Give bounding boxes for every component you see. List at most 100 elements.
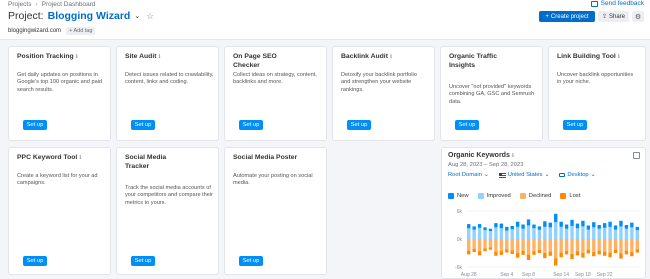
card-title: PPC Keyword Tool ℹ [17, 154, 82, 161]
info-icon[interactable]: ℹ [76, 54, 78, 60]
chevron-down-icon[interactable]: ⌄ [134, 12, 140, 20]
breadcrumb: Projects › Project Dashboard [8, 1, 96, 8]
bar-new [494, 223, 498, 228]
bar-declined [586, 239, 591, 250]
external-link-icon[interactable] [633, 152, 640, 159]
bar-improved [570, 225, 574, 239]
setup-button[interactable]: Set up [23, 256, 47, 266]
legend-lost[interactable]: Lost [560, 193, 580, 199]
bar-new [624, 225, 629, 229]
bar-new [483, 227, 487, 231]
setup-button[interactable]: Set up [563, 120, 587, 130]
legend-improved[interactable]: Improved [477, 193, 511, 199]
bar-improved [472, 229, 476, 239]
device-dropdown[interactable]: Desktop ⌄ [559, 172, 596, 178]
card-description: Detoxify your backlink portfolio and str… [341, 72, 417, 93]
us-flag-icon [498, 172, 506, 178]
bar-new [575, 223, 580, 229]
project-name-dropdown[interactable]: Blogging Wizard [48, 10, 131, 22]
setup-button[interactable]: Set up [347, 120, 371, 130]
desktop-icon [559, 173, 566, 177]
bar-declined [554, 239, 558, 259]
card-description: Uncover "not provided" keywords combinin… [449, 84, 535, 105]
bar-new [613, 225, 618, 230]
legend-new[interactable]: New [448, 193, 469, 199]
bar-new [526, 219, 531, 226]
bar-declined [635, 239, 639, 250]
card-title: On Page SEO Checker [233, 53, 277, 69]
organic-keywords-chart: 6k 0k -6kAug 28 Sep 4 Sep 8 Sep 14 Sep 18 Sep 2… [455, 209, 640, 278]
plus-icon: + [545, 13, 549, 20]
bar-lost [488, 247, 493, 250]
chevron-down-icon: ⌄ [590, 172, 596, 178]
share-button[interactable]: ⇪ Share [598, 11, 629, 22]
card-title: Organic Traffic Insights [449, 53, 497, 69]
info-icon[interactable]: ℹ [158, 54, 160, 60]
setup-button[interactable]: Set up [131, 120, 155, 130]
bar-new [548, 222, 552, 228]
bar-lost [537, 249, 542, 253]
bar-new [570, 219, 574, 226]
tool-card-ppc-keyword-tool: PPC Keyword Tool ℹ Create a keyword list … [8, 147, 111, 275]
bar-new [597, 225, 601, 229]
bar-declined [597, 239, 601, 251]
organic-keywords-widget: Organic Keywords ℹ Aug 28, 2023 – Sep 28,… [441, 147, 646, 279]
info-icon[interactable]: ℹ [390, 54, 392, 60]
setup-button[interactable]: Set up [23, 120, 47, 130]
bar-new [477, 224, 482, 228]
share-label: Share [609, 13, 626, 20]
gear-icon[interactable]: ⚙ [632, 11, 644, 22]
bar-declined [537, 239, 542, 250]
tool-card-link-building-tool: Link Building Tool ℹ Uncover backlink opp… [548, 46, 646, 141]
card-description: Create a keyword list for your ad campai… [17, 173, 98, 187]
bar-new [630, 222, 634, 228]
bar-new [554, 213, 558, 223]
y-tick-label: 0k [457, 237, 463, 243]
checkbox-icon [560, 193, 567, 199]
bar-improved [564, 228, 569, 239]
bar-lost [559, 252, 563, 258]
info-icon[interactable]: ℹ [79, 155, 81, 161]
x-tick-label: Sep 8 [522, 272, 535, 278]
bar-lost [483, 248, 487, 252]
bar-lost [477, 251, 482, 256]
setup-button[interactable]: Set up [239, 120, 263, 130]
card-title: Backlink Audit ℹ [341, 53, 393, 60]
setup-button[interactable]: Set up [131, 256, 155, 266]
card-title: Social Media Poster [233, 154, 298, 161]
setup-button[interactable]: Set up [455, 120, 479, 130]
x-tick-label: Sep 22 [597, 272, 613, 278]
country-dropdown[interactable]: United States ⌄ [498, 172, 550, 178]
card-title: Site Audit ℹ [125, 53, 161, 60]
bar-declined [543, 239, 547, 253]
send-feedback-link[interactable]: Send feedback [590, 0, 644, 7]
breadcrumb-projects[interactable]: Projects [8, 1, 31, 8]
bar-lost [543, 253, 547, 259]
tool-card-site-audit: Site Audit ℹ Detect issues related to cra… [116, 46, 219, 141]
bar-declined [575, 239, 580, 252]
bar-declined [548, 239, 552, 252]
setup-button[interactable]: Set up [239, 256, 263, 266]
card-title: Position Tracking ℹ [17, 53, 78, 60]
bar-new [537, 226, 542, 230]
bar-new [581, 220, 585, 227]
add-tag-button[interactable]: + Add tag [66, 27, 96, 35]
bar-lost [592, 252, 596, 257]
legend-declined[interactable]: Declined [519, 193, 551, 199]
create-project-button[interactable]: + Create project [539, 11, 595, 22]
star-icon[interactable]: ☆ [146, 11, 154, 22]
bar-improved [630, 227, 634, 239]
send-feedback-label: Send feedback [600, 0, 644, 7]
title-prefix: Project: [8, 10, 44, 22]
info-icon[interactable]: ℹ [618, 54, 620, 60]
bar-declined [494, 239, 498, 252]
checkbox-icon [519, 193, 526, 199]
chevron-down-icon: ⌄ [544, 172, 550, 178]
bar-new [467, 224, 471, 229]
project-header: Projects › Project Dashboard Send feedba… [0, 0, 650, 40]
bar-improved [635, 230, 639, 239]
info-icon[interactable]: ℹ [512, 153, 514, 159]
bar-improved [467, 228, 471, 239]
bar-lost [570, 253, 574, 260]
root-domain-dropdown[interactable]: Root Domain ⌄ [448, 172, 489, 178]
